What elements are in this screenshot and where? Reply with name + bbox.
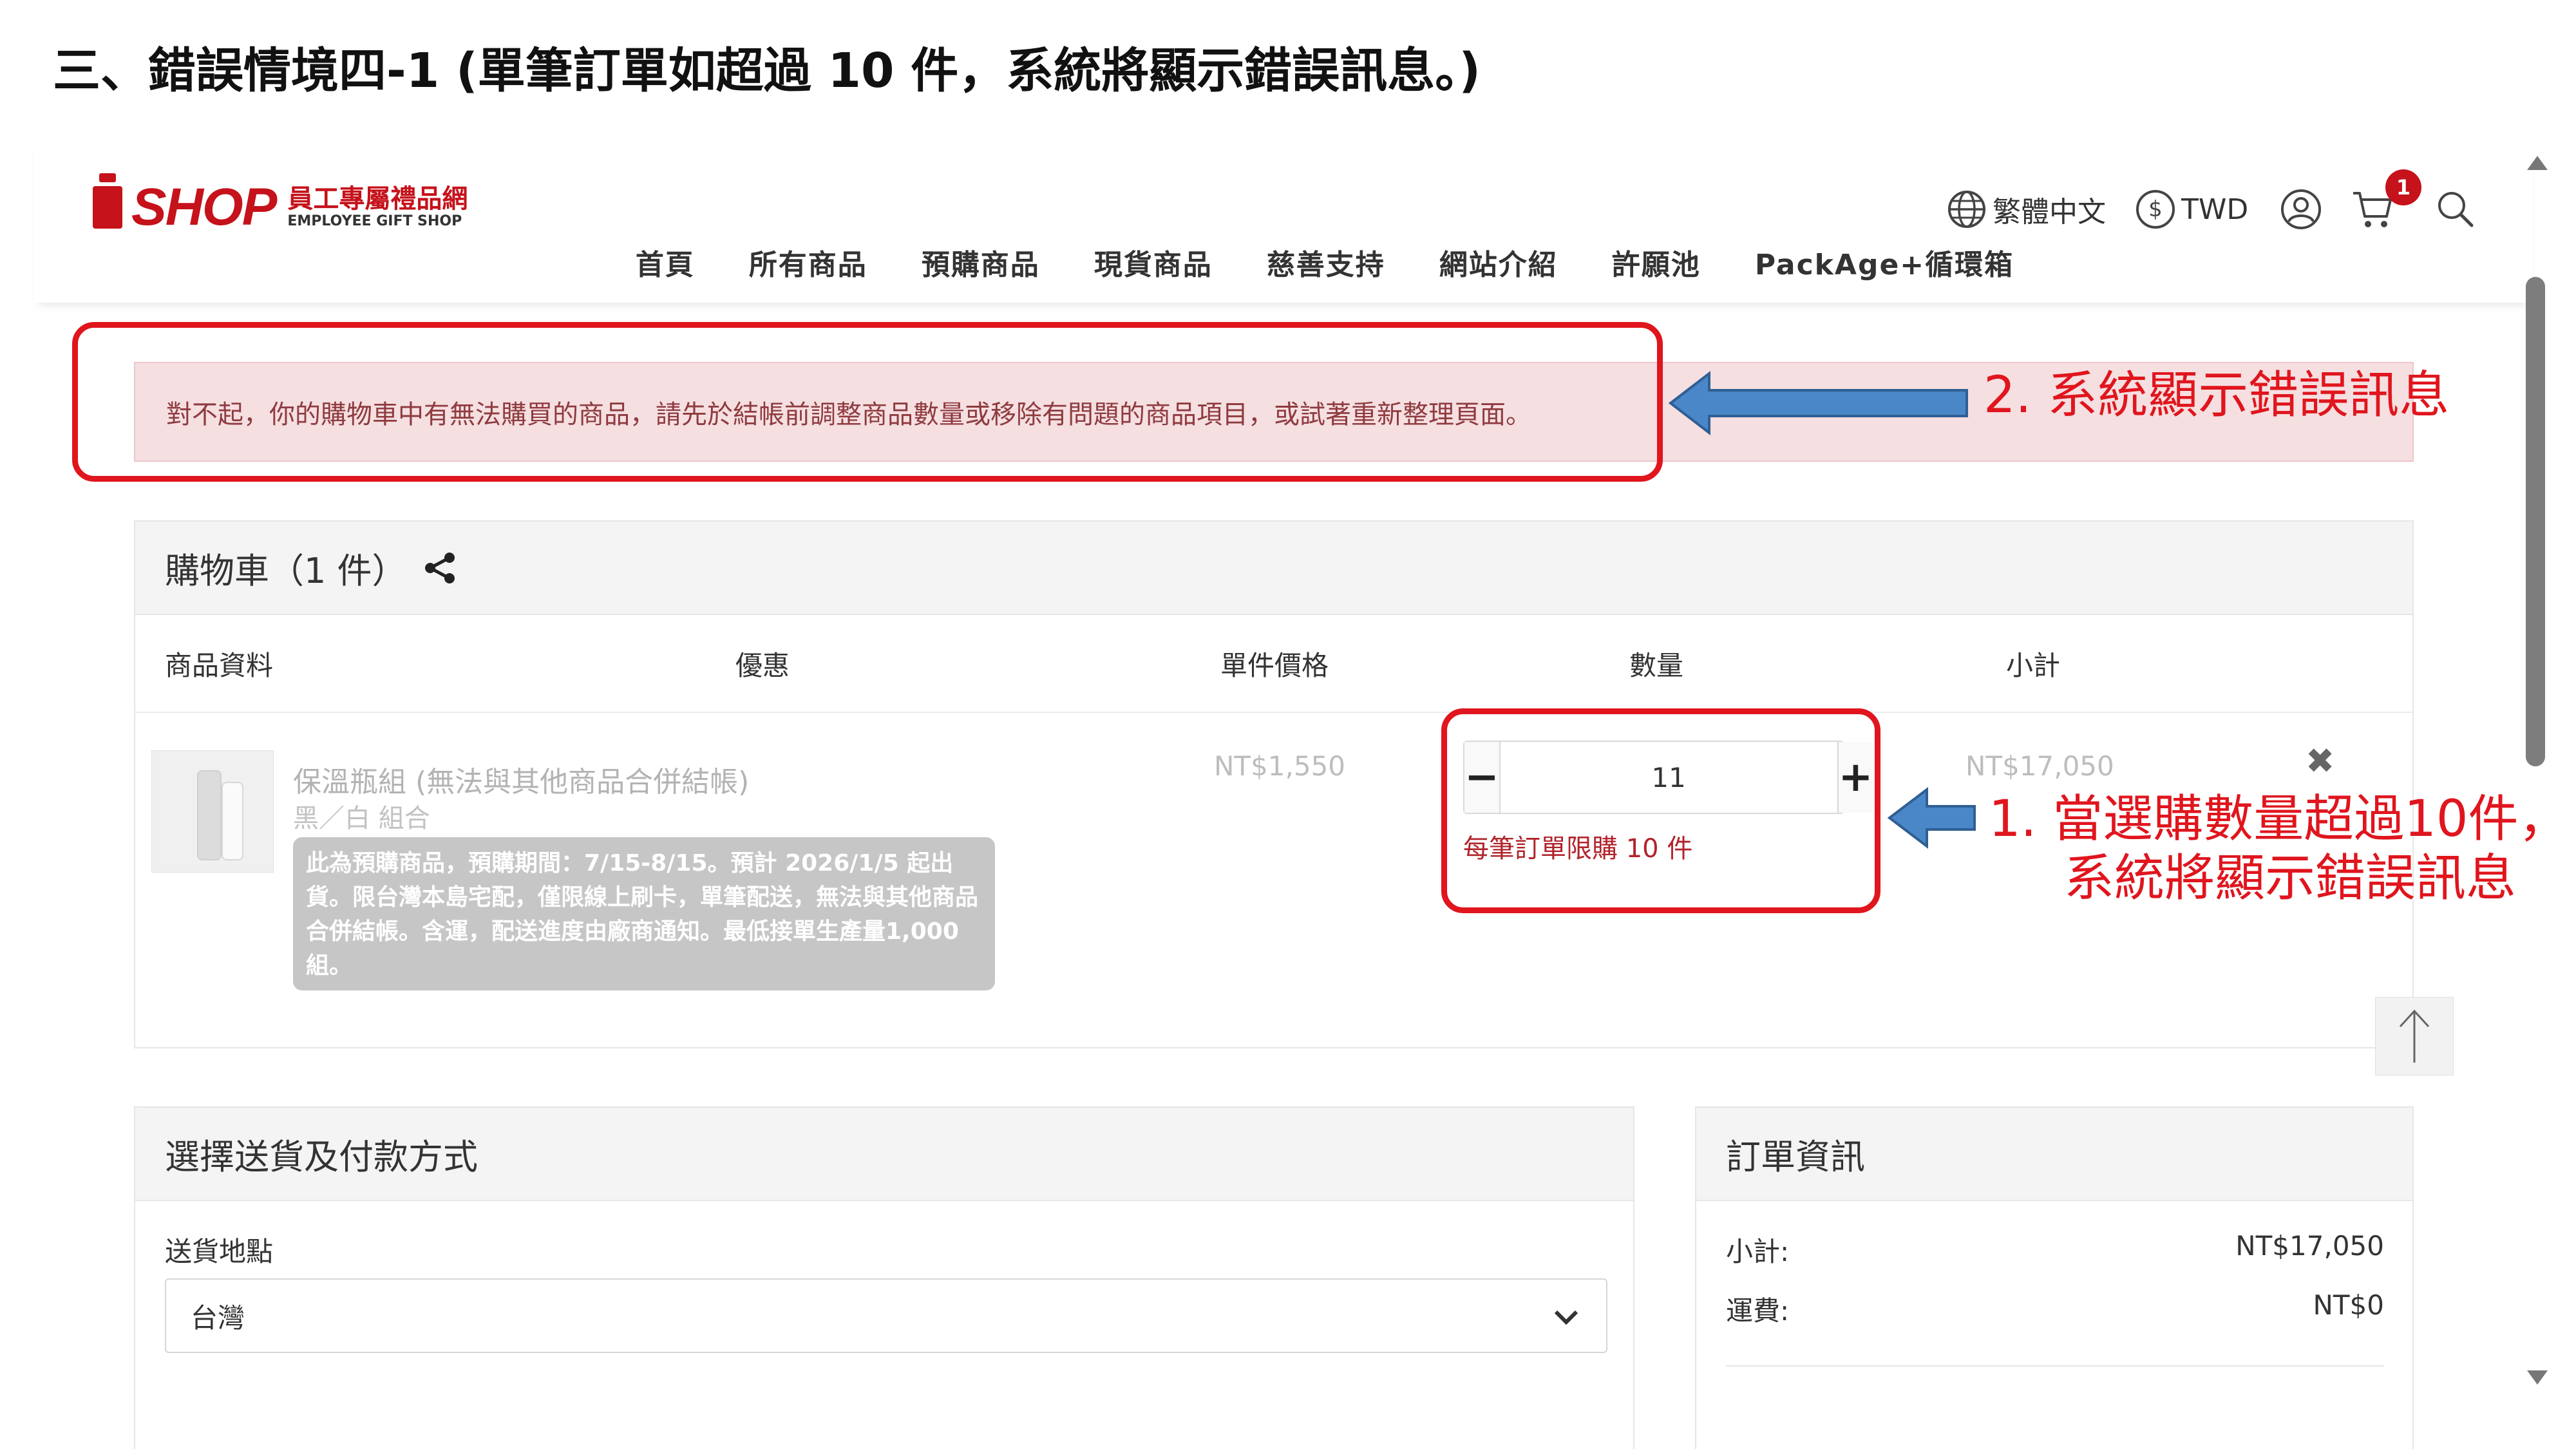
annotation-text-2: 2. 系統顯示錯誤訊息 (1984, 366, 2450, 424)
item-subtotal: NT$17,050 (1965, 750, 2114, 782)
product-image[interactable] (151, 750, 274, 873)
cart-panel: 購物車（1 件） 商品資料 優惠 單件價格 數量 小計 保溫瓶組 (無法與其他商… (134, 520, 2414, 1048)
order-shipping-value: NT$0 (2313, 1289, 2384, 1321)
account-button[interactable] (2280, 184, 2322, 235)
dollar-circle-icon: $ (2136, 190, 2175, 229)
scroll-down-arrow[interactable] (2527, 1370, 2548, 1385)
annotation-text-1b: 系統將顯示錯誤訊息 (2064, 849, 2517, 907)
logo-word: SHOP (131, 178, 277, 236)
unit-price: NT$1,550 (1214, 750, 1346, 782)
arrow-up-icon (2399, 1009, 2430, 1063)
logo-en: EMPLOYEE GIFT SHOP (287, 213, 462, 229)
order-header: 訂單資訊 (1696, 1108, 2412, 1201)
annotation-box-alert (72, 322, 1663, 482)
order-divider (1726, 1365, 2384, 1367)
delivery-location-label: 送貨地點 (165, 1236, 274, 1267)
col-quantity: 數量 (1629, 650, 1684, 681)
globe-icon (1948, 191, 1985, 228)
order-panel: 訂單資訊 小計: NT$17,050 運費: NT$0 (1695, 1106, 2414, 1449)
close-icon[interactable]: ✖ (2306, 741, 2334, 781)
nav-item-all-products[interactable]: 所有商品 (749, 242, 867, 283)
cart-count-badge: 1 (2385, 169, 2421, 205)
preorder-note: 此為預購商品，預購期間：7/15-8/15。預計 2026/1/5 起出貨。限台… (293, 837, 995, 990)
annotation-arrow-2 (1668, 371, 1968, 435)
nav-item-charity[interactable]: 慈善支持 (1267, 242, 1385, 283)
cart-title: 購物車（1 件） (165, 551, 407, 591)
order-shipping-label: 運費: (1726, 1295, 1790, 1327)
header-divider (135, 712, 2412, 713)
scroll-up-arrow[interactable] (2527, 156, 2548, 170)
order-subtotal-value: NT$17,050 (2235, 1230, 2384, 1262)
delivery-title: 選擇送貨及付款方式 (165, 1137, 478, 1177)
currency-selector[interactable]: $ TWD (2136, 184, 2248, 235)
search-button[interactable] (2434, 184, 2477, 235)
nav-item-preorder[interactable]: 預購商品 (922, 242, 1040, 283)
language-selector[interactable]: 繁體中文 (1946, 184, 2106, 235)
nav-item-about[interactable]: 網站介紹 (1439, 242, 1558, 283)
order-shipping-row: 運費: NT$0 (1726, 1289, 2384, 1329)
nav-item-home[interactable]: 首頁 (636, 242, 695, 283)
user-icon (2281, 189, 2321, 229)
order-subtotal-label: 小計: (1726, 1236, 1790, 1267)
cart-header: 購物車（1 件） (135, 522, 2412, 615)
delivery-location-select[interactable]: 台灣 (165, 1278, 1607, 1353)
annotation-text-1: 1. 當選購數量超過10件， (1989, 790, 2569, 848)
share-icon[interactable] (424, 551, 457, 585)
product-name[interactable]: 保溫瓶組 (無法與其他商品合併結帳) (293, 759, 749, 800)
col-product: 商品資料 (165, 650, 274, 681)
back-to-top-button[interactable] (2375, 997, 2454, 1075)
site-header: SHOP 員工專屬禮品網 EMPLOYEE GIFT SHOP 繁體中文 $ T… (33, 138, 2532, 303)
order-title: 訂單資訊 (1726, 1137, 1865, 1177)
nav-item-wish-pool[interactable]: 許願池 (1612, 242, 1701, 283)
site-logo[interactable]: SHOP 員工專屬禮品網 EMPLOYEE GIFT SHOP (93, 173, 468, 236)
language-label: 繁體中文 (1993, 196, 2106, 229)
slide-title: 三、錯誤情境四-1 (單筆訂單如超過 10 件，系統將顯示錯誤訊息。) (53, 43, 1481, 99)
delivery-panel: 選擇送貨及付款方式 送貨地點 台灣 (134, 1106, 1634, 1449)
logo-subtitle: 員工專屬禮品網 EMPLOYEE GIFT SHOP (287, 185, 468, 230)
logo-zh: 員工專屬禮品網 (287, 184, 468, 214)
bottle-black (197, 770, 222, 860)
nav-item-in-stock[interactable]: 現貨商品 (1094, 242, 1213, 283)
chevron-down-icon (1554, 1310, 1578, 1325)
annotation-arrow-1 (1887, 787, 1976, 849)
nav-item-package[interactable]: PackAge+循環箱 (1755, 242, 2014, 283)
bottle-white (222, 782, 243, 860)
scrollbar-thumb[interactable] (2526, 277, 2545, 766)
col-discount: 優惠 (735, 650, 790, 681)
currency-label: TWD (2181, 193, 2249, 226)
annotation-box-quantity (1441, 708, 1880, 913)
delivery-location-value: 台灣 (191, 1302, 245, 1334)
col-unit-price: 單件價格 (1220, 650, 1329, 681)
product-variant: 黑／白 組合 (293, 804, 430, 833)
search-icon (2438, 192, 2474, 227)
main-nav: 首頁 所有商品 預購商品 現貨商品 慈善支持 網站介紹 許願池 PackAge+… (33, 242, 2532, 283)
delivery-header: 選擇送貨及付款方式 (135, 1108, 1633, 1201)
order-subtotal-row: 小計: NT$17,050 (1726, 1230, 2384, 1269)
col-subtotal: 小計 (2006, 650, 2061, 681)
logo-mark (93, 173, 122, 229)
